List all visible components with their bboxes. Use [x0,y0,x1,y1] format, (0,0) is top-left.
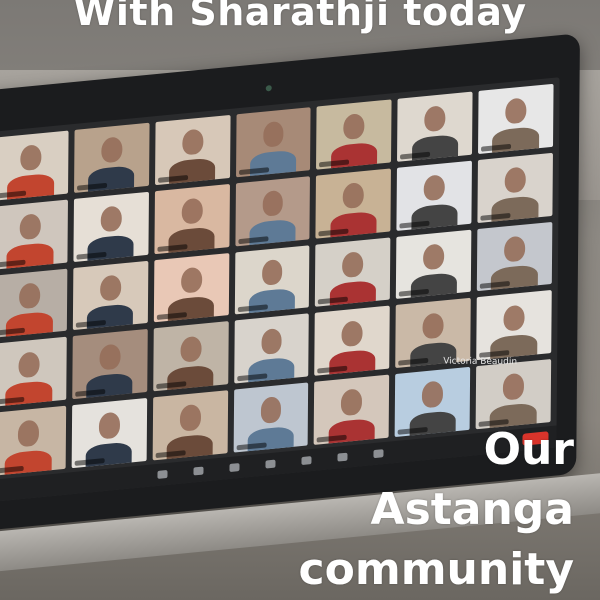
participant-video-tile [0,337,67,408]
participant-video-tile [316,99,392,170]
participant-video-tile [152,390,228,461]
participant-head [98,412,120,440]
participant-video-tile [72,260,149,331]
participant-video-tile [478,83,554,154]
participant-video-tile [0,268,68,339]
participant-head [18,350,40,379]
caption-bottom-line: Our [483,424,574,475]
participant-head [180,335,202,363]
participant-head [179,404,201,432]
participant-video-tile [72,329,148,400]
participant-head [99,343,121,371]
participant-body [410,272,457,300]
caption-bottom: Our Astanga community [299,420,574,600]
participant-head [341,319,363,347]
participant-video-tile [153,252,229,323]
participant-head [423,174,446,202]
participant-head [504,166,526,194]
security-icon [229,463,240,473]
participant-head [262,189,284,218]
caption-bottom-line: community [298,544,574,595]
participant-head [504,235,526,263]
participant-head [262,121,284,149]
participant-body [5,379,53,408]
participant-head [422,380,444,409]
participant-body [167,295,215,323]
participant-head [181,128,204,156]
participant-body [86,303,134,331]
participant-head [423,243,445,271]
participant-video-tile [73,191,149,262]
participant-video-tile [475,359,552,430]
participant-body [328,348,376,376]
webcam-icon [265,84,272,92]
participant-video-tile [315,168,392,239]
participant-video-tile [233,382,309,453]
participant-head [503,304,525,332]
participant-video-tile [476,221,553,292]
participant-body [247,356,295,384]
photo-scene: Victoria Beaudin With Sharathji today Ou… [0,0,600,600]
mute-icon [157,469,168,479]
participant-head [424,105,446,133]
participant-head [341,388,363,416]
participant-body [248,287,296,315]
participant-video-tile [0,130,69,201]
participant-head [100,205,122,233]
participant-video-tile [0,199,68,270]
participant-video-tile [234,244,310,315]
participant-head [181,197,203,225]
participant-head [260,396,282,424]
participant-video-tile [233,313,310,384]
participant-head [18,282,41,310]
participant-video-tile [396,229,472,300]
participant-head [19,213,41,241]
participant-body [167,364,214,392]
participant-head [99,274,122,302]
participant-video-tile [154,183,230,254]
participants-icon [265,459,276,469]
participant-head [260,327,283,355]
participant-video-tile [154,114,231,185]
participant-head [502,373,525,401]
participant-head [422,312,444,340]
participant-video-tile [71,398,147,469]
participant-video-tile [397,91,473,162]
participant-head [343,113,365,141]
participant-body [6,311,53,339]
participant-video-tile [476,290,552,361]
participant-video-tile [0,405,67,477]
participant-video-tile [235,107,311,178]
participant-video-tile [234,175,311,247]
participant-head [101,136,123,164]
participant-head [17,419,39,448]
participant-body [491,264,538,292]
participant-video-tile [315,237,391,308]
participant-body [329,279,377,308]
caption-top: With Sharathji today [73,0,527,34]
participant-name-label: Victoria Beaudin [443,356,518,368]
participant-video-tile [477,152,553,223]
video-icon [193,466,204,476]
participant-video-tile [152,321,229,392]
participant-head [343,182,365,210]
participant-head [342,250,364,279]
video-call-gallery [0,83,554,477]
participant-video-tile [314,305,391,376]
participant-body [86,372,133,400]
participant-head [505,97,527,125]
participant-head [261,258,283,286]
caption-bottom-line: Astanga [370,484,574,535]
participant-head [180,266,202,294]
participant-video-tile [73,122,150,193]
participant-video-tile [396,160,473,231]
participant-head [20,144,42,172]
